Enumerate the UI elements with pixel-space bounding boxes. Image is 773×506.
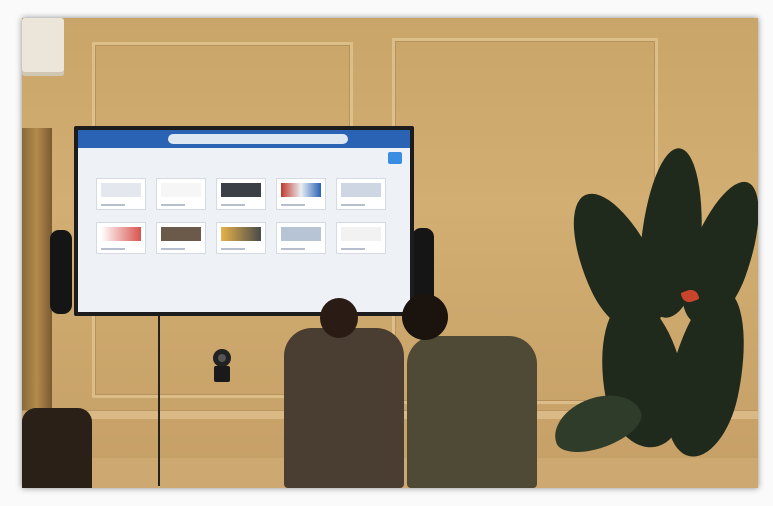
site-tile — [336, 178, 386, 210]
site-tile — [96, 222, 146, 254]
potted-plant — [542, 145, 758, 488]
site-tile — [216, 178, 266, 210]
person-right — [407, 336, 537, 488]
site-tile — [276, 222, 326, 254]
site-tile — [96, 178, 146, 210]
person-left-head — [320, 298, 358, 338]
site-tile — [156, 222, 206, 254]
cable — [158, 316, 160, 486]
browser-address-bar — [168, 134, 348, 144]
meeting-room-photo — [22, 18, 758, 488]
person-right-head — [402, 294, 448, 340]
site-tile — [216, 222, 266, 254]
site-tile — [276, 178, 326, 210]
video-camera — [213, 349, 231, 382]
chair — [22, 408, 92, 488]
browser-toolbar — [78, 130, 410, 148]
display-screen — [78, 130, 410, 312]
air-conditioner — [22, 18, 64, 76]
new-tab-button — [388, 152, 402, 164]
site-tile — [336, 222, 386, 254]
speaker-left — [50, 230, 72, 314]
wall-display — [74, 126, 414, 316]
site-tile — [156, 178, 206, 210]
photo-frame — [0, 0, 773, 506]
person-left — [284, 328, 404, 488]
